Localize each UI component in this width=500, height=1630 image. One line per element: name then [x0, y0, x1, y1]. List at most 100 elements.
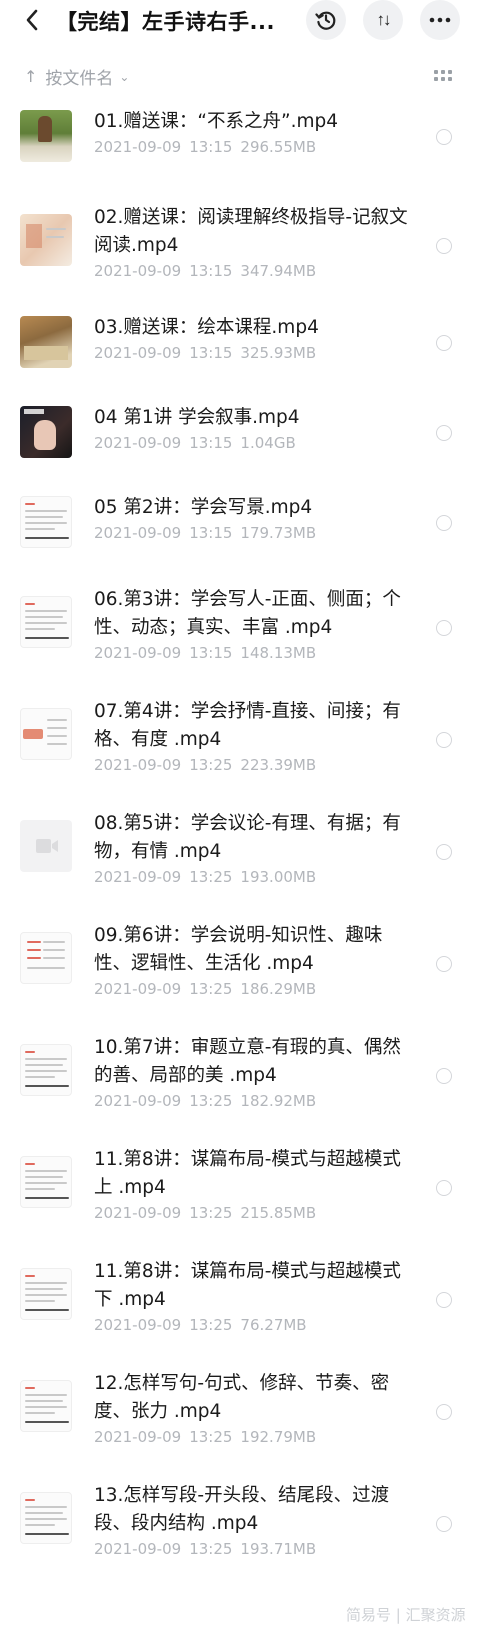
file-time: 13:15 — [189, 434, 233, 452]
file-date: 2021-09-09 — [94, 1540, 182, 1558]
file-meta: 2021-09-09 13:15 325.93MB — [94, 344, 324, 362]
file-thumbnail — [20, 214, 72, 266]
file-thumbnail — [20, 708, 72, 760]
file-name: 03.赠送课：绘本课程.mp4 — [94, 317, 319, 338]
select-radio[interactable] — [436, 515, 452, 531]
select-radio[interactable] — [436, 129, 452, 145]
file-size: 182.92MB — [240, 1092, 317, 1110]
file-date: 2021-09-09 — [94, 344, 182, 362]
file-thumbnail — [20, 496, 72, 548]
select-radio[interactable] — [436, 1292, 452, 1308]
file-thumbnail — [20, 1156, 72, 1208]
file-size: 1.04GB — [240, 434, 296, 452]
file-thumbnail — [20, 820, 72, 872]
history-button[interactable] — [306, 0, 346, 40]
file-date: 2021-09-09 — [94, 644, 182, 662]
file-time: 13:15 — [189, 138, 233, 156]
file-meta: 2021-09-09 13:25 186.29MB — [94, 980, 324, 998]
file-size: 296.55MB — [240, 138, 317, 156]
file-name: 01.赠送课：“不系之舟”.mp4 — [94, 111, 339, 132]
more-button[interactable] — [420, 0, 460, 40]
file-meta: 2021-09-09 13:25 215.85MB — [94, 1204, 324, 1222]
file-date: 2021-09-09 — [94, 868, 182, 886]
file-size: 186.29MB — [240, 980, 317, 998]
sort-arrow-icon: ↑ — [24, 67, 38, 86]
file-size: 325.93MB — [240, 344, 317, 362]
file-size: 193.71MB — [240, 1540, 317, 1558]
more-horizontal-icon — [429, 17, 451, 23]
file-date: 2021-09-09 — [94, 262, 182, 280]
file-size: 347.94MB — [240, 262, 317, 280]
file-name: 10.第7讲：审题立意-有瑕的真、偶然的善、局部的美 .mp4 — [94, 1037, 401, 1086]
select-radio[interactable] — [436, 732, 452, 748]
file-date: 2021-09-09 — [94, 756, 182, 774]
file-name: 05 第2讲：学会写景.mp4 — [94, 497, 313, 518]
file-date: 2021-09-09 — [94, 524, 182, 542]
select-radio[interactable] — [436, 335, 452, 351]
select-radio[interactable] — [436, 1516, 452, 1532]
file-time: 13:15 — [189, 344, 233, 362]
file-time: 13:25 — [189, 1204, 233, 1222]
file-name: 06.第3讲：学会写人-正面、侧面；个性、动态；真实、丰富 .mp4 — [94, 589, 401, 638]
file-date: 2021-09-09 — [94, 434, 182, 452]
file-thumbnail — [20, 110, 72, 162]
file-meta: 2021-09-09 13:25 192.79MB — [94, 1428, 324, 1446]
select-radio[interactable] — [436, 425, 452, 441]
file-date: 2021-09-09 — [94, 980, 182, 998]
file-date: 2021-09-09 — [94, 1204, 182, 1222]
file-meta: 2021-09-09 13:15 148.13MB — [94, 644, 324, 662]
folder-title: 【完结】左手诗右手... — [56, 10, 275, 34]
file-meta: 2021-09-09 13:25 223.39MB — [94, 756, 324, 774]
sort-order-icon: ↑↓ — [376, 10, 392, 29]
sort-by-label: 按文件名 — [45, 69, 114, 89]
file-name: 04 第1讲 学会叙事.mp4 — [94, 407, 300, 428]
file-meta: 2021-09-09 13:15 179.73MB — [94, 524, 324, 542]
history-clock-icon — [315, 11, 336, 30]
file-name: 11.第8讲：谋篇布局-模式与超越模式下 .mp4 — [94, 1261, 401, 1310]
select-radio[interactable] — [436, 1068, 452, 1084]
file-thumbnail — [20, 1492, 72, 1544]
file-size: 223.39MB — [240, 756, 317, 774]
sort-order-button[interactable]: ↑↓ — [363, 0, 403, 40]
file-name: 11.第8讲：谋篇布局-模式与超越模式上 .mp4 — [94, 1149, 401, 1198]
file-thumbnail — [20, 932, 72, 984]
top-bar: 【完结】左手诗右手... ↑↓ — [0, 0, 500, 40]
select-radio[interactable] — [436, 620, 452, 636]
file-meta: 2021-09-09 13:15 296.55MB — [94, 138, 324, 156]
file-size: 148.13MB — [240, 644, 317, 662]
select-radio[interactable] — [436, 844, 452, 860]
select-radio[interactable] — [436, 1180, 452, 1196]
select-radio[interactable] — [436, 956, 452, 972]
file-size: 76.27MB — [240, 1316, 307, 1334]
file-time: 13:25 — [189, 1540, 233, 1558]
file-name: 13.怎样写段-开头段、结尾段、过渡段、段内结构 .mp4 — [94, 1485, 390, 1534]
file-date: 2021-09-09 — [94, 1092, 182, 1110]
watermark: 简易号 | 汇聚资源 — [346, 1606, 466, 1624]
file-time: 13:25 — [189, 868, 233, 886]
grid-view-icon[interactable] — [434, 70, 452, 82]
file-thumbnail — [20, 316, 72, 368]
back-button[interactable] — [16, 4, 48, 36]
file-name: 09.第6讲：学会说明-知识性、趣味性、逻辑性、生活化 .mp4 — [94, 925, 383, 974]
file-thumbnail — [20, 406, 72, 458]
sort-by-filename[interactable]: ↑ 按文件名 ⌄ — [24, 64, 129, 89]
select-radio[interactable] — [436, 1404, 452, 1420]
file-time: 13:25 — [189, 1316, 233, 1334]
file-meta: 2021-09-09 13:15 347.94MB — [94, 262, 324, 280]
file-time: 13:15 — [189, 262, 233, 280]
file-name: 08.第5讲：学会议论-有理、有据；有物，有情 .mp4 — [94, 813, 401, 862]
chevron-down-icon: ⌄ — [119, 69, 130, 84]
file-time: 13:25 — [189, 1428, 233, 1446]
list-toolbar: ↑ 按文件名 ⌄ — [0, 62, 500, 90]
file-time: 13:25 — [189, 1092, 233, 1110]
file-thumbnail — [20, 596, 72, 648]
file-time: 13:25 — [189, 980, 233, 998]
file-meta: 2021-09-09 13:15 1.04GB — [94, 434, 304, 452]
file-meta: 2021-09-09 13:25 182.92MB — [94, 1092, 324, 1110]
select-radio[interactable] — [436, 238, 452, 254]
file-meta: 2021-09-09 13:25 193.71MB — [94, 1540, 324, 1558]
file-time: 13:15 — [189, 524, 233, 542]
file-name: 07.第4讲：学会抒情-直接、间接；有格、有度 .mp4 — [94, 701, 401, 750]
file-thumbnail — [20, 1380, 72, 1432]
file-size: 192.79MB — [240, 1428, 317, 1446]
